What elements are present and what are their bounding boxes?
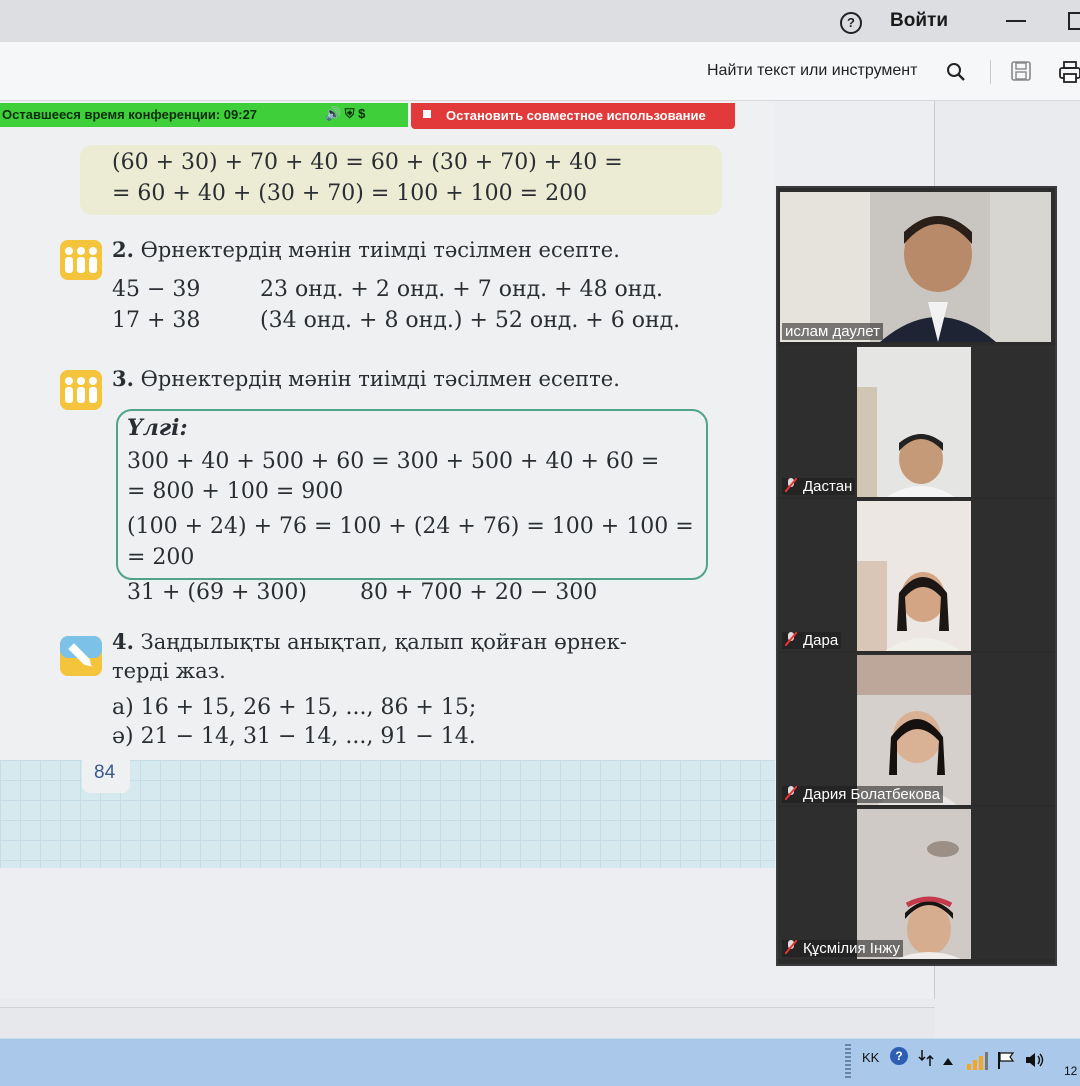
example-line-1: (60 + 30) + 70 + 40 = 60 + (30 + 70) + 4… xyxy=(112,150,623,175)
help-icon[interactable]: ? xyxy=(840,12,862,34)
task2-title: Өрнектердің мәнін тиімді тәсілмен есепте… xyxy=(140,238,620,262)
participant-name: Дастан xyxy=(782,478,856,495)
search-icon[interactable] xyxy=(946,62,966,82)
save-icon[interactable] xyxy=(1010,60,1032,82)
mic-off-icon xyxy=(785,478,797,492)
restore-icon[interactable] xyxy=(1068,12,1080,30)
participant-tile[interactable]: Дара xyxy=(778,499,1055,651)
participant-tile[interactable]: Дария Болатбекова xyxy=(778,653,1055,805)
task2-item: 17 + 38 xyxy=(112,308,201,333)
sample-line: = 800 + 100 = 900 xyxy=(127,479,344,504)
task2-item: 23 онд. + 2 онд. + 7 онд. + 48 онд. xyxy=(260,277,664,302)
participant-name: Дария Болатбекова xyxy=(782,786,943,803)
conference-status-icons[interactable]: 🔊 ⛨ $ xyxy=(325,106,365,122)
task3-title: Өрнектердің мәнін тиімді тәсілмен есепте… xyxy=(140,367,620,391)
minimize-icon[interactable] xyxy=(1006,20,1026,22)
task3-exercise: 31 + (69 + 300) xyxy=(127,580,307,605)
document-lower-strip xyxy=(0,1007,935,1038)
toolbar-divider xyxy=(990,60,991,84)
group-work-icon xyxy=(60,370,102,410)
mic-off-icon xyxy=(785,786,797,800)
task2-item: (34 онд. + 8 онд.) + 52 онд. + 6 онд. xyxy=(260,308,681,333)
stop-icon xyxy=(423,110,431,118)
pencil-task-icon xyxy=(60,636,102,676)
participant-video xyxy=(857,809,971,959)
find-tool-button[interactable]: Найти текст или инструмент xyxy=(707,62,917,80)
participant-video-panel[interactable]: ислам даулет Дастан Дара Дария Болатбеко… xyxy=(776,186,1057,966)
participant-name-text: Дара xyxy=(803,632,839,649)
task2-item: 45 − 39 xyxy=(112,277,201,302)
print-icon[interactable] xyxy=(1058,60,1080,84)
toolbar xyxy=(0,42,1080,101)
task3-number: 3. xyxy=(112,366,134,391)
page-number: 84 xyxy=(94,762,116,783)
mic-off-icon xyxy=(785,940,797,954)
sample-line: (100 + 24) + 76 = 100 + (24 + 76) = 100 … xyxy=(127,514,694,539)
participant-video xyxy=(857,347,971,497)
participant-name-text: Дария Болатбекова xyxy=(803,786,940,803)
participant-tile[interactable]: ислам даулет xyxy=(778,190,1055,342)
example-line-2: = 60 + 40 + (30 + 70) = 100 + 100 = 200 xyxy=(112,181,588,206)
taskbar-clock[interactable]: 12 xyxy=(1064,1064,1077,1078)
mic-off-icon xyxy=(785,632,797,646)
participant-video xyxy=(780,192,1051,342)
group-work-icon xyxy=(60,240,102,280)
participant-name: Құсмілия Інжу xyxy=(782,940,903,957)
tray-help-icon[interactable]: ? xyxy=(890,1047,908,1065)
conference-remaining-time: Оставшееся время конференции: 09:27 xyxy=(2,107,258,122)
show-hidden-icons-chevron-up-icon[interactable] xyxy=(942,1056,954,1066)
task4-title-line-1: Заңдылықты анықтап, қалып қойған өрнек- xyxy=(140,630,627,654)
sample-label: Үлгі: xyxy=(127,415,188,441)
participant-name-text: Құсмілия Інжу xyxy=(803,940,900,957)
network-arrows-icon[interactable] xyxy=(918,1048,934,1068)
participant-video xyxy=(857,501,971,651)
sample-line: = 200 xyxy=(127,545,195,570)
signal-icon[interactable] xyxy=(966,1050,988,1070)
participant-name: ислам даулет xyxy=(782,323,884,340)
participant-name: Дара xyxy=(782,632,842,649)
task2-number: 2. xyxy=(112,237,134,262)
task4-item: а) 16 + 15, 26 + 15, ..., 86 + 15; xyxy=(112,695,477,720)
task4-number: 4. xyxy=(112,629,134,654)
sample-line: 300 + 40 + 500 + 60 = 300 + 500 + 40 + 6… xyxy=(127,449,660,474)
task4-title-line-2: терді жаз. xyxy=(112,659,226,683)
language-indicator[interactable]: KK xyxy=(862,1050,879,1065)
task4-item: ә) 21 − 14, 31 − 14, ..., 91 − 14. xyxy=(112,724,476,749)
volume-icon[interactable] xyxy=(1024,1050,1046,1070)
login-button[interactable]: Войти xyxy=(890,10,948,32)
stop-share-button[interactable]: Остановить совместное использование xyxy=(446,108,706,123)
task3-exercise: 80 + 700 + 20 − 300 xyxy=(360,580,598,605)
action-center-flag-icon[interactable] xyxy=(996,1050,1016,1070)
participant-tile[interactable]: Құсмілия Інжу xyxy=(778,807,1055,959)
participant-tile[interactable]: Дастан xyxy=(778,345,1055,497)
tray-grip[interactable] xyxy=(845,1044,851,1078)
participant-video xyxy=(857,655,971,805)
participant-name-text: Дастан xyxy=(803,478,853,495)
